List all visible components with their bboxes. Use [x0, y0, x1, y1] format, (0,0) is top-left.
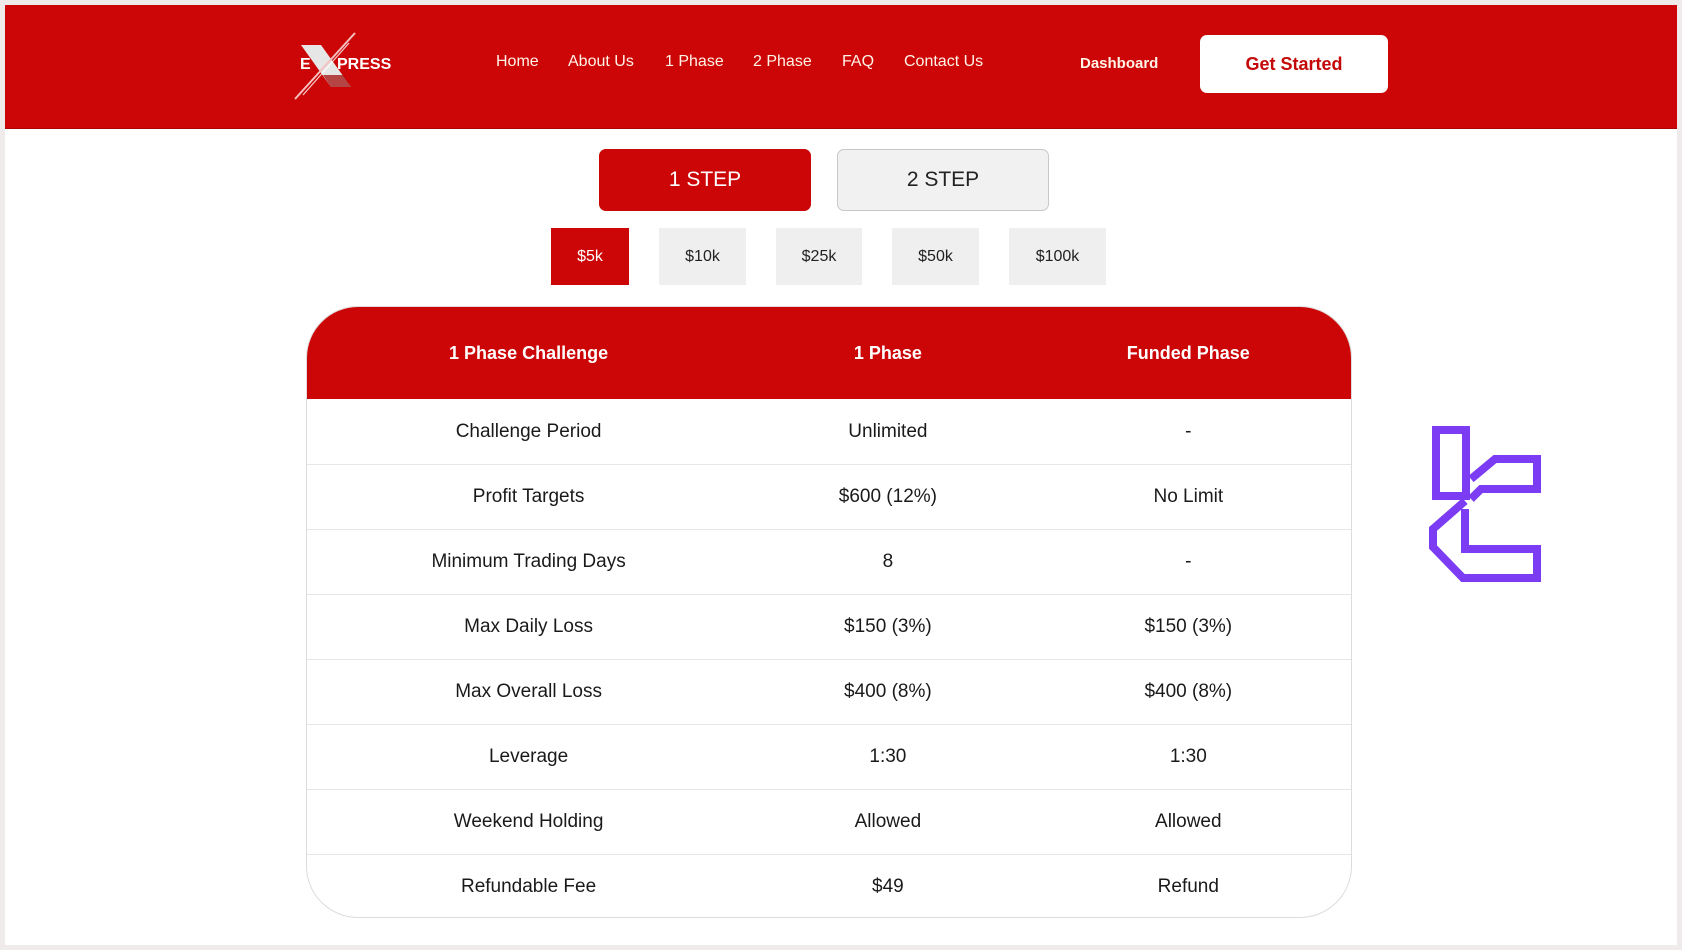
- table-row: Max Daily Loss $150 (3%) $150 (3%): [307, 594, 1351, 659]
- table-row: Max Overall Loss $400 (8%) $400 (8%): [307, 659, 1351, 724]
- express-x-logo-icon: E PRESS: [294, 32, 392, 100]
- funded-value: -: [1185, 551, 1192, 572]
- table-row: Leverage 1:30 1:30: [307, 724, 1351, 789]
- phase-1-value: 8: [882, 551, 894, 572]
- nav-2-phase[interactable]: 2 Phase: [753, 53, 812, 71]
- amount-5k-button[interactable]: $5k: [551, 228, 629, 285]
- nav-1-phase[interactable]: 1 Phase: [665, 53, 724, 71]
- phase-1-value: $49: [872, 876, 904, 897]
- table-row: Weekend Holding Allowed Allowed: [307, 789, 1351, 854]
- site-header: E PRESS Home About Us 1 Phase 2 Phase FA…: [5, 5, 1677, 129]
- funded-value: $400 (8%): [1144, 681, 1233, 702]
- table-row: Challenge Period Unlimited -: [307, 399, 1351, 464]
- phase-1-value: Unlimited: [848, 420, 928, 442]
- amount-10k-button[interactable]: $10k: [659, 228, 746, 285]
- header-phase-1: 1 Phase: [853, 342, 922, 363]
- nav-home[interactable]: Home: [496, 53, 539, 71]
- row-label: Profit Targets: [472, 486, 585, 507]
- phase-1-value: 1:30: [869, 746, 907, 767]
- row-label: Max Daily Loss: [464, 616, 593, 637]
- table-row: Minimum Trading Days 8 -: [307, 529, 1351, 594]
- row-label: Refundable Fee: [460, 876, 597, 897]
- header-funded: Funded Phase: [1126, 342, 1250, 363]
- amount-50k-button[interactable]: $50k: [892, 228, 979, 285]
- table-row: Refundable Fee $49 Refund: [307, 854, 1351, 917]
- row-label: Max Overall Loss: [455, 681, 602, 702]
- amount-25k-button[interactable]: $25k: [776, 228, 862, 285]
- funded-value: 1:30: [1169, 746, 1207, 767]
- svg-text:PRESS: PRESS: [337, 56, 392, 73]
- amount-100k-button[interactable]: $100k: [1009, 228, 1106, 285]
- table-header: 1 Phase Challenge 1 Phase Funded Phase: [307, 307, 1351, 399]
- nav-faq[interactable]: FAQ: [842, 53, 874, 71]
- step-2-button[interactable]: 2 STEP: [837, 149, 1049, 211]
- table-row: Profit Targets $600 (12%) No Limit: [307, 464, 1351, 529]
- express-logo[interactable]: E PRESS: [293, 25, 413, 105]
- dashboard-link[interactable]: Dashboard: [1080, 55, 1158, 72]
- step-1-button[interactable]: 1 STEP: [599, 149, 811, 211]
- phase-1-value: $150 (3%): [844, 616, 932, 637]
- funded-value: No Limit: [1153, 486, 1224, 507]
- row-label: Challenge Period: [455, 420, 602, 442]
- get-started-button[interactable]: Get Started: [1200, 35, 1388, 93]
- phase-1-value: $600 (12%): [838, 486, 937, 507]
- row-label: Weekend Holding: [453, 811, 604, 832]
- svg-text:E: E: [300, 56, 311, 73]
- tradingfinder-logo-icon: [1427, 421, 1547, 591]
- phase-1-value: $400 (8%): [844, 681, 932, 702]
- nav-about-us[interactable]: About Us: [568, 53, 634, 71]
- challenge-table: 1 Phase Challenge 1 Phase Funded Phase C…: [306, 306, 1352, 918]
- header-challenge: 1 Phase Challenge: [449, 342, 609, 363]
- funded-value: -: [1185, 420, 1192, 442]
- funded-value: Refund: [1157, 876, 1219, 897]
- phase-1-value: Allowed: [854, 811, 922, 832]
- nav-contact-us[interactable]: Contact Us: [904, 53, 983, 71]
- row-label: Leverage: [488, 746, 569, 767]
- row-label: Minimum Trading Days: [431, 551, 626, 572]
- funded-value: $150 (3%): [1144, 616, 1233, 637]
- funded-value: Allowed: [1155, 811, 1222, 832]
- page: E PRESS Home About Us 1 Phase 2 Phase FA…: [5, 5, 1677, 945]
